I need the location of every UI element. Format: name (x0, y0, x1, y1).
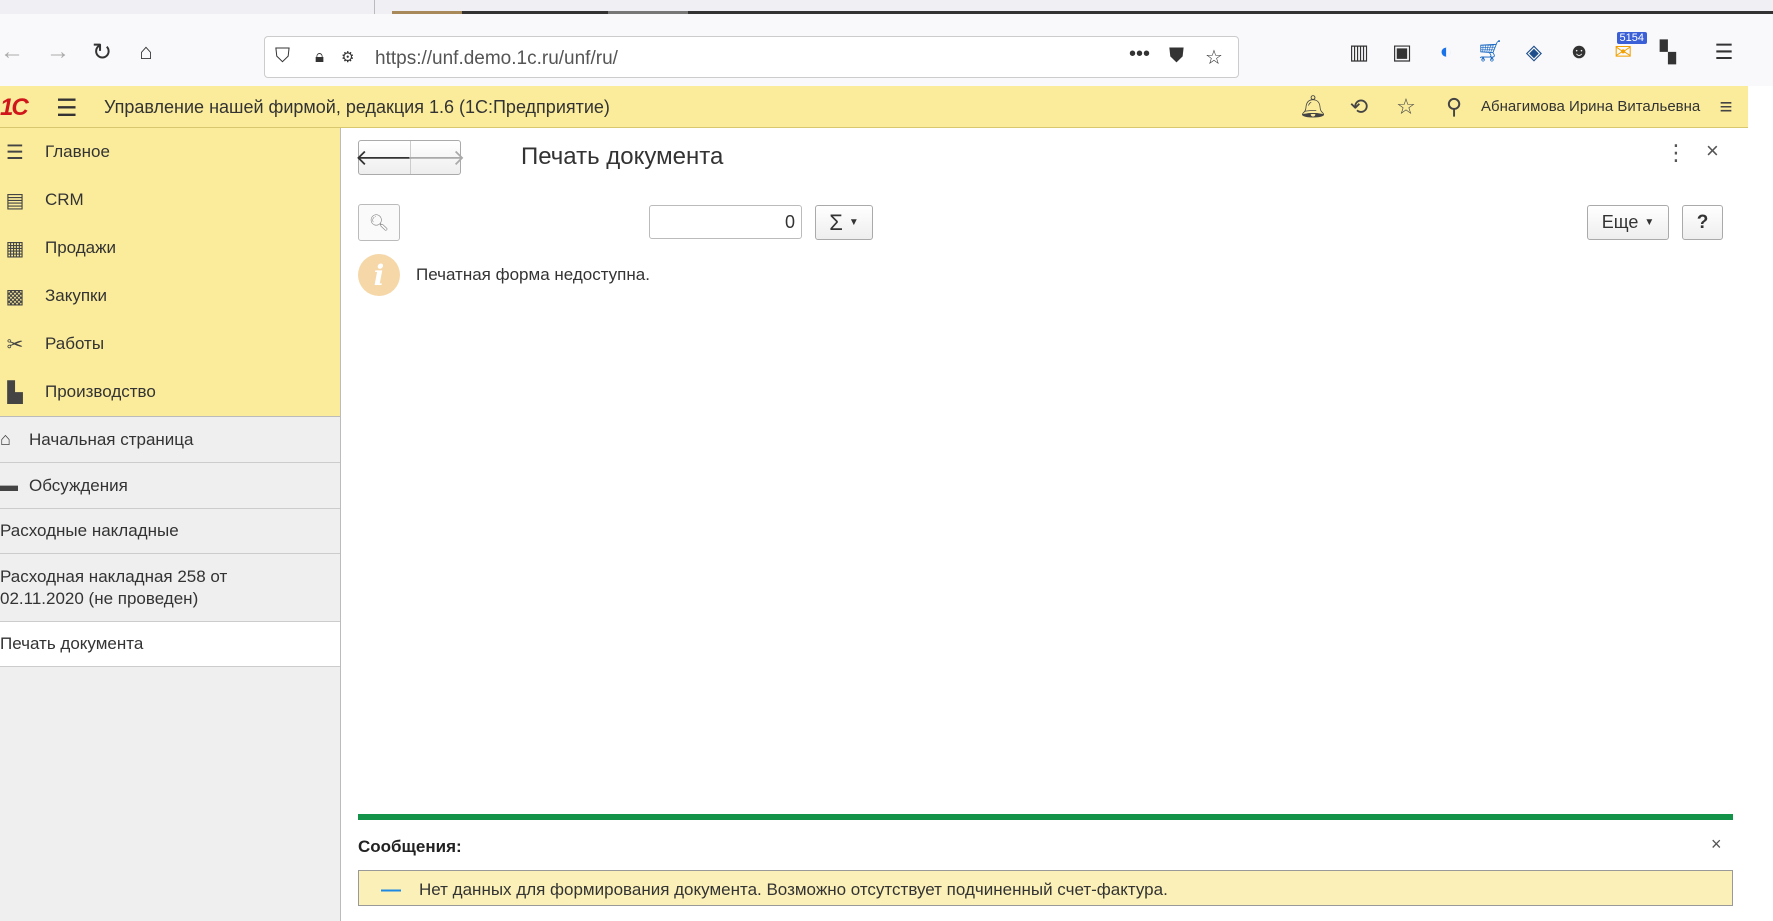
url-text[interactable]: https://unf.demo.1c.ru/unf/ru/ (375, 48, 618, 70)
pocket-icon[interactable]: ⛊ (1169, 45, 1184, 68)
history-icon[interactable]: ⟲ (1345, 94, 1373, 120)
close-icon[interactable]: × (1706, 138, 1719, 164)
more-dots-icon[interactable]: ••• (1129, 43, 1150, 66)
account-icon[interactable]: ☻ (1561, 34, 1597, 70)
sum-icon: Σ (829, 209, 843, 235)
user-name[interactable]: Абнагимова Ирина Витальевна (1481, 98, 1700, 115)
star-icon[interactable]: ☆ (1205, 45, 1223, 70)
forward-arrow-icon[interactable]: → (42, 36, 74, 68)
forward-button[interactable]: 🡒 (407, 141, 466, 174)
section-label: CRM (45, 190, 84, 209)
factory-icon: ▙ (7, 381, 23, 404)
sidebar: ☰ Главное ▤ CRM ▦ Продажи ▩ Закупки ✂ Ра… (0, 128, 341, 921)
sum-button[interactable]: Σ ▼ (815, 205, 873, 240)
section-label: Главное (45, 142, 110, 161)
messages-divider (358, 814, 1733, 820)
messages-close-icon[interactable]: × (1711, 834, 1722, 855)
section-production[interactable]: ▙ Производство (0, 368, 340, 416)
nav-label: Расходная накладная 258 от 02.11.2020 (н… (0, 566, 228, 608)
nav-home-page[interactable]: ⌂ Начальная страница (0, 417, 340, 463)
nav-expense-invoices[interactable]: Расходные накладные (0, 509, 340, 554)
reader-icon[interactable]: ▣ (1384, 34, 1420, 70)
tools-icon: ✂ (6, 333, 24, 356)
1c-logo: 1С (0, 94, 29, 121)
shield-icon[interactable]: ⛉ (275, 45, 290, 68)
section-label: Работы (45, 334, 105, 353)
nav-label: Начальная страница (29, 429, 194, 449)
preview-button[interactable]: 🔍︎ (358, 204, 400, 241)
reload-icon[interactable]: ↻ (86, 36, 118, 68)
nav-label: Печать документа (0, 634, 144, 653)
dropdown-arrow-icon: ▼ (848, 217, 859, 228)
tab-divider (374, 0, 375, 14)
layers-icon[interactable]: ◈ (1516, 34, 1552, 70)
browser-menu-icon[interactable]: ☰ (1706, 34, 1742, 70)
address-bar[interactable]: ⛉ 🔒︎ ⚙ https://unf.demo.1c.ru/unf/ru/ ••… (264, 36, 1239, 78)
messages-title: Сообщения: (358, 837, 462, 856)
cloud-icon[interactable]: ◐ (1428, 34, 1464, 70)
more-label: Еще (1601, 212, 1639, 232)
discussions-icon: ▬ (0, 475, 18, 495)
extensions-icon[interactable]: ▚ (1650, 34, 1686, 70)
nav-discussions[interactable]: ▬ Обсуждения (0, 463, 340, 509)
message-item[interactable]: — Нет данных для формирования документа.… (358, 870, 1733, 906)
section-works[interactable]: ✂ Работы (0, 320, 340, 368)
nav-print-document[interactable]: Печать документа (0, 622, 340, 667)
basket-icon: ▦ (5, 237, 25, 260)
bell-icon[interactable]: 🔔︎ (1299, 94, 1327, 120)
main-menu-icon[interactable]: ☰ (56, 94, 78, 123)
section-panel: ☰ Главное ▤ CRM ▦ Продажи ▩ Закупки ✂ Ра… (0, 128, 340, 417)
dropdown-arrow-icon: ▼ (1644, 217, 1655, 228)
dash-icon: — (381, 879, 401, 901)
section-purchases[interactable]: ▩ Закупки (0, 272, 340, 320)
browser-toolbar: ← → ↻ ⌂ ⛉ 🔒︎ ⚙ https://unf.demo.1c.ru/un… (0, 14, 1773, 86)
section-label: Закупки (45, 286, 107, 305)
form-menu-icon[interactable]: ⋮ (1665, 140, 1687, 166)
nav-expense-invoice-258[interactable]: Расходная накладная 258 от 02.11.2020 (н… (0, 554, 340, 622)
contacts-icon: ▤ (5, 189, 25, 212)
section-crm[interactable]: ▤ CRM (0, 176, 340, 224)
menu-icon: ☰ (6, 141, 24, 164)
permissions-icon[interactable]: ⚙ (341, 48, 354, 66)
cart-icon[interactable]: 🛒︎ (1472, 34, 1508, 70)
home-icon: ⌂ (0, 429, 11, 449)
library-icon[interactable]: ▥ (1341, 34, 1377, 70)
help-button[interactable]: ? (1682, 205, 1723, 240)
section-main[interactable]: ☰ Главное (0, 128, 340, 176)
main-form: 🡐 🡒 Печать документа ⋮ × 🔍︎ 0 Σ ▼ Еще ▼ … (341, 128, 1748, 921)
home-icon[interactable]: ⌂ (130, 36, 162, 68)
copies-field[interactable]: 0 (649, 205, 802, 239)
lock-icon[interactable]: 🔒︎ (315, 47, 324, 67)
nav-label: Расходные накладные (0, 521, 179, 540)
back-button[interactable]: 🡐 (355, 141, 414, 174)
cart-icon: ▩ (5, 285, 25, 308)
mail-icon[interactable]: ✉ 5154 (1605, 32, 1647, 70)
more-button[interactable]: Еще ▼ (1587, 205, 1669, 240)
section-label: Продажи (45, 238, 116, 257)
section-sales[interactable]: ▦ Продажи (0, 224, 340, 272)
mail-badge: 5154 (1616, 32, 1647, 44)
back-arrow-icon[interactable]: ← (0, 36, 28, 68)
app-header: 1С ☰ Управление нашей фирмой, редакция 1… (0, 86, 1748, 128)
info-message: Печатная форма недоступна. (416, 265, 650, 284)
search-icon[interactable]: ⚲ (1440, 94, 1468, 120)
app-title: Управление нашей фирмой, редакция 1.6 (1… (104, 97, 610, 117)
section-label: Производство (45, 382, 156, 401)
settings-menu-icon[interactable]: ≡ (1712, 94, 1740, 120)
favorites-star-icon[interactable]: ☆ (1392, 94, 1420, 120)
info-icon: i (358, 254, 400, 296)
preview-icon: 🔍︎ (368, 214, 390, 232)
history-nav: 🡐 🡒 (355, 140, 466, 175)
message-text: Нет данных для формирования документа. В… (419, 880, 1168, 899)
form-title: Печать документа (521, 143, 724, 170)
browser-tab-strip (0, 0, 1773, 14)
